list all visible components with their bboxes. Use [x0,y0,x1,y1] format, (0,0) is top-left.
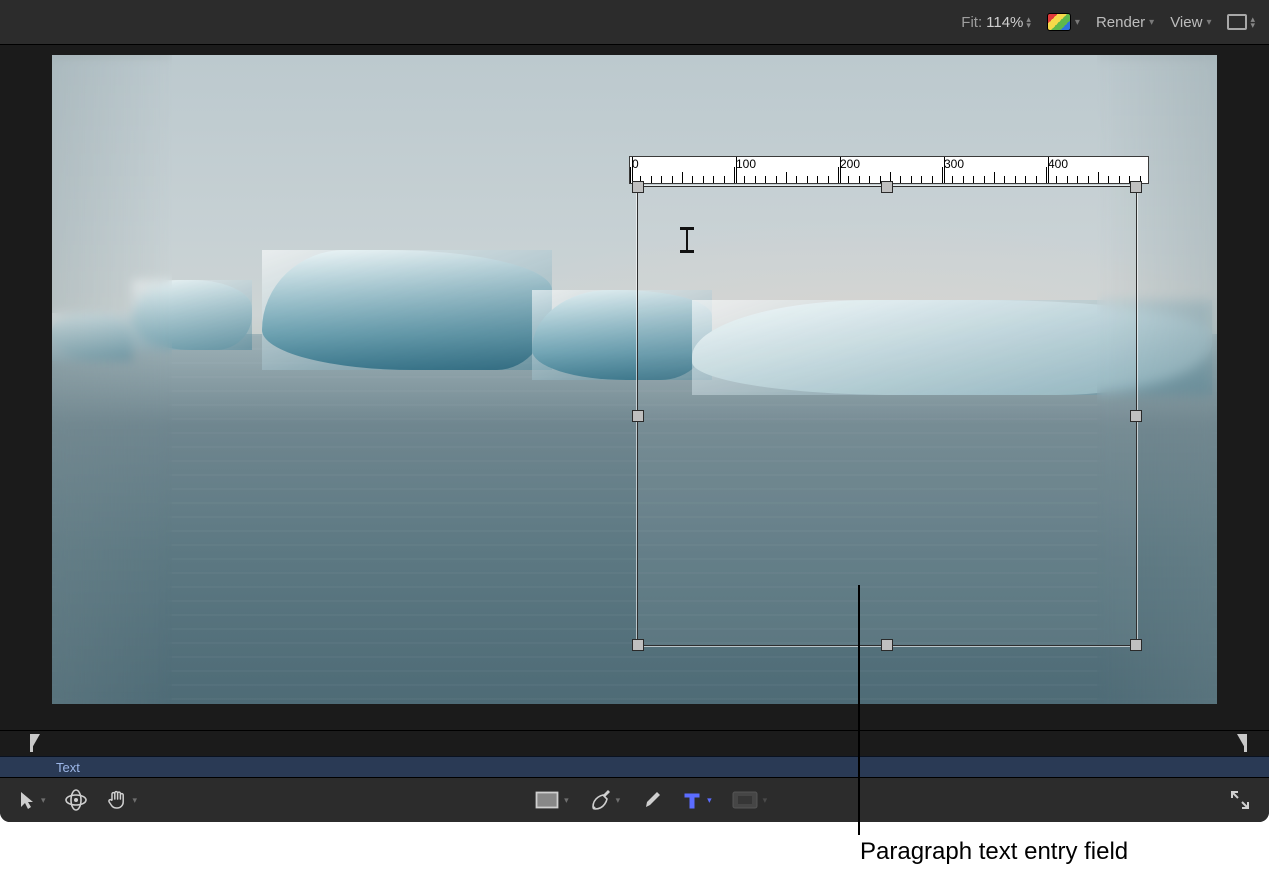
bezier-pen-tool[interactable]: ▾ [589,789,621,811]
mask-tool[interactable]: ▾ [732,791,768,809]
orbit-icon [64,789,88,811]
chevron-down-icon: ▾ [1149,17,1154,28]
chevron-down-icon: ▾ [707,795,712,806]
canvas-layout-control[interactable]: ▴▾ [1227,14,1255,30]
annotation-leader-line [858,585,860,835]
text-t-icon [682,790,702,810]
color-channels-control[interactable]: ▾ [1047,13,1080,31]
resize-handle-bottom-mid[interactable] [881,639,893,651]
fullscreen-icon [1229,789,1251,811]
fit-value: 114% [986,14,1023,31]
viewer-top-toolbar: Fit: 114% ▴▾ ▾ Render ▾ View ▾ ▴▾ [0,0,1269,45]
select-tool[interactable]: ▾ [18,790,46,810]
view-menu[interactable]: View ▾ [1170,14,1211,31]
hand-icon [106,789,128,811]
color-well-icon [1047,13,1071,31]
app-window: Fit: 114% ▴▾ ▾ Render ▾ View ▾ ▴▾ [0,0,1269,822]
chevron-down-icon: ▾ [1075,17,1080,28]
pen-icon [589,789,611,811]
resize-handle-top-left[interactable] [632,181,644,193]
canvas-toolbar: ▾ ▾ ▾ ▾ [0,778,1269,822]
rectangle-mask-icon [732,791,758,809]
text-ruler[interactable]: 0100200300400500 [629,156,1149,184]
chevron-down-icon: ▾ [564,795,569,806]
arrow-cursor-icon [18,790,36,810]
render-label: Render [1096,14,1145,31]
ruler-number: 0 [632,157,633,183]
ruler-number: 200 [840,157,841,183]
ruler-number: 100 [736,157,737,183]
layer-bar[interactable]: Text [0,756,1269,778]
stepper-icon: ▴▾ [1026,16,1031,28]
resize-handle-mid-left[interactable] [632,410,644,422]
text-cursor-ibeam-icon [680,227,694,253]
annotation-label: Paragraph text entry field [860,838,1128,866]
fullscreen-button[interactable] [1229,789,1251,811]
viewer-canvas[interactable]: 0100200300400500 [52,55,1217,704]
ruler-number: 400 [1048,157,1049,183]
render-menu[interactable]: Render ▾ [1096,14,1154,31]
fit-label: Fit: [961,14,982,31]
resize-handle-bottom-left[interactable] [632,639,644,651]
text-tool[interactable]: ▾ [682,790,712,810]
mini-timeline[interactable] [0,730,1269,756]
rectangle-icon [535,791,559,809]
chevron-down-icon: ▾ [41,795,46,806]
resize-handle-bottom-right[interactable] [1130,639,1142,651]
resize-handle-top-right[interactable] [1130,181,1142,193]
chevron-down-icon: ▾ [763,795,768,806]
fit-zoom-control[interactable]: Fit: 114% ▴▾ [961,14,1031,31]
brush-icon [640,789,662,811]
resize-handle-top-mid[interactable] [881,181,893,193]
3d-transform-tool[interactable] [64,789,88,811]
paragraph-text-entry-field[interactable] [637,186,1137,646]
rectangle-shape-tool[interactable]: ▾ [535,791,569,809]
scene-iceberg [262,250,552,370]
resize-handle-mid-right[interactable] [1130,410,1142,422]
ruler-number: 300 [944,157,945,183]
canvas-layout-icon [1227,14,1247,30]
chevron-down-icon: ▾ [1206,17,1211,28]
chevron-down-icon: ▾ [616,795,621,806]
ruler-ticks: 0100200300400500 [630,157,1148,183]
chevron-down-icon: ▾ [133,795,138,806]
viewer-canvas-area: 0100200300400500 [0,45,1269,730]
pan-tool[interactable]: ▾ [106,789,138,811]
stepper-icon: ▴▾ [1250,16,1255,28]
scene-blur-left [52,55,172,704]
view-label: View [1170,14,1202,31]
paint-stroke-tool[interactable] [640,789,662,811]
layer-name: Text [56,760,80,775]
